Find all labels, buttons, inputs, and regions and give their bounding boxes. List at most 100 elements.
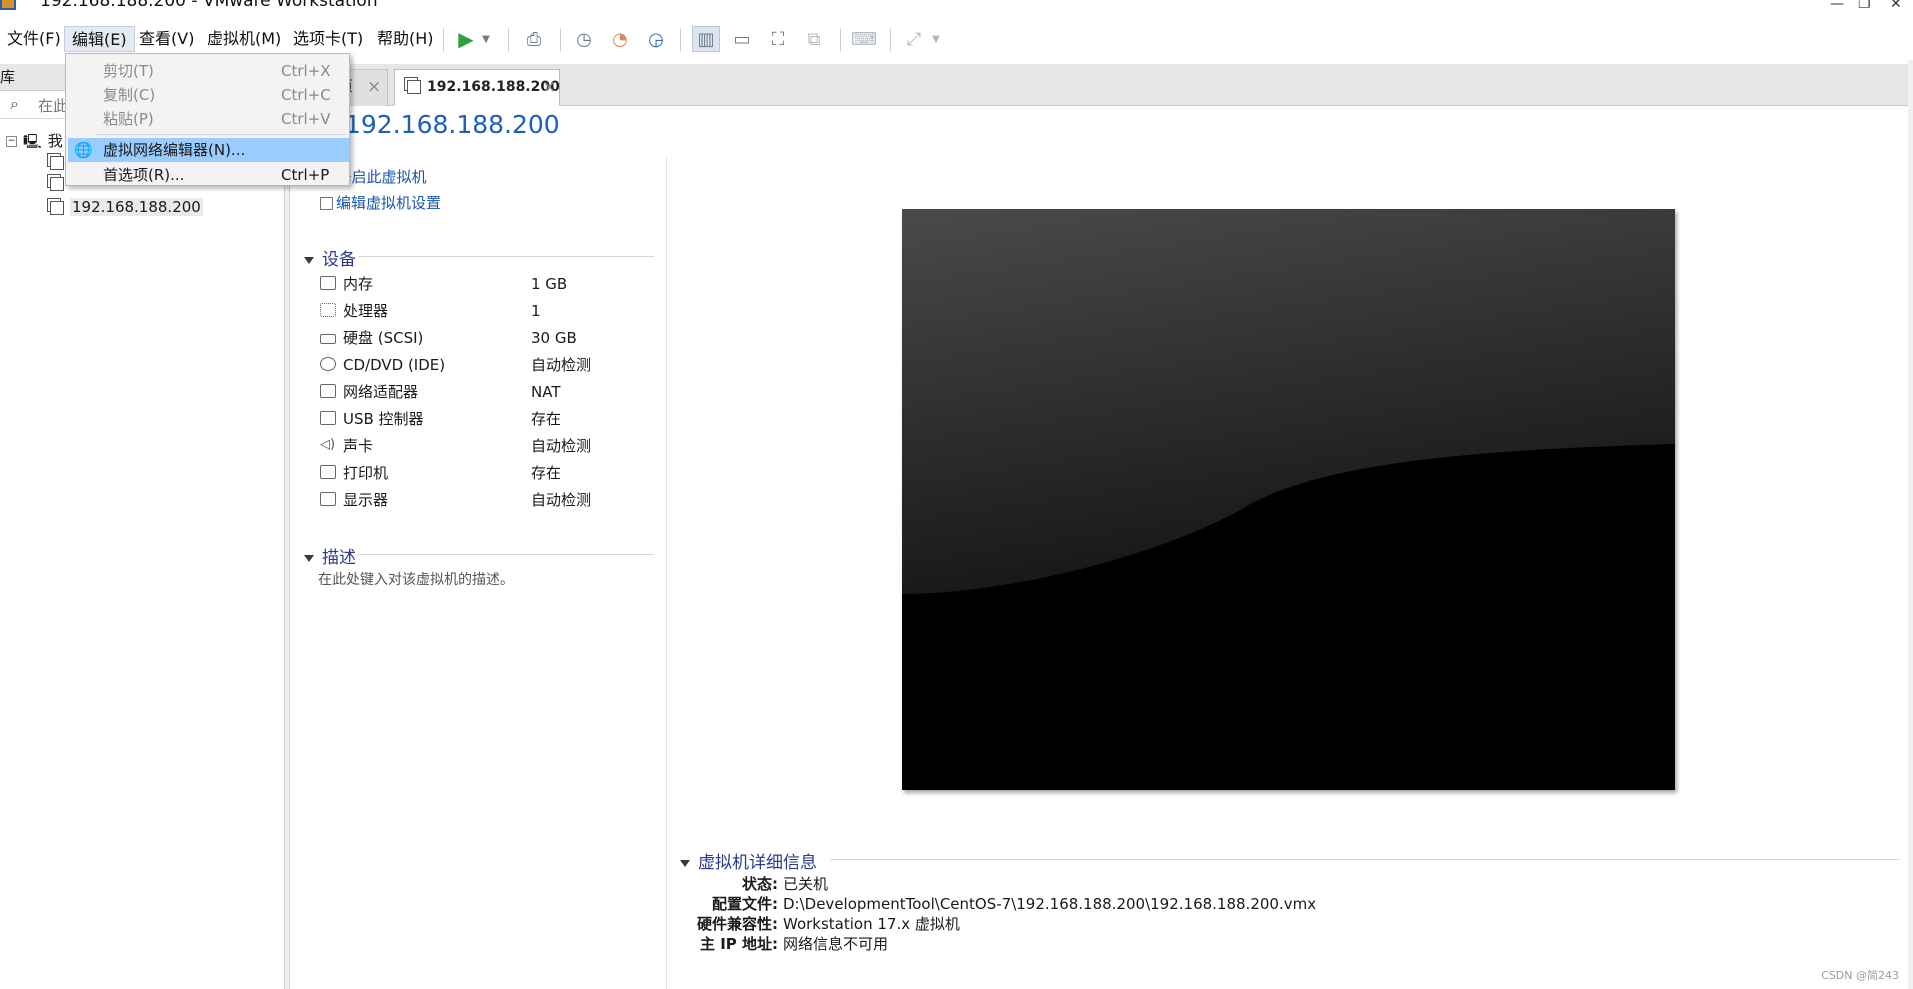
- collapse-arrow-icon: [680, 859, 690, 867]
- computer-icon: 🖳: [23, 134, 42, 150]
- detail-value: D:\DevelopmentTool\CentOS-7\192.168.188.…: [783, 895, 1317, 913]
- device-value: 存在: [531, 464, 562, 482]
- menu-tabs[interactable]: 选项卡(T): [286, 26, 370, 52]
- device-name: 打印机: [343, 464, 389, 482]
- library-title: 库: [0, 68, 16, 86]
- column-divider: [666, 158, 667, 989]
- device-row-network[interactable]: 网络适配器 NAT: [318, 381, 658, 403]
- printer-icon: [320, 465, 336, 479]
- show-library-icon[interactable]: ▥: [692, 26, 720, 52]
- edit-settings-link[interactable]: 编辑虚拟机设置: [320, 192, 441, 213]
- vmware-app-icon: [0, 0, 16, 10]
- console-icon[interactable]: ⌨: [850, 26, 878, 52]
- vm-preview-graphic: [902, 209, 1675, 594]
- menu-item-copy[interactable]: 复制(C) Ctrl+C: [66, 83, 349, 107]
- close-icon[interactable]: ✕: [1890, 0, 1902, 12]
- menu-help[interactable]: 帮助(H): [370, 26, 441, 52]
- section-divider: [830, 859, 1900, 860]
- send-keys-icon[interactable]: ⎙: [520, 26, 548, 52]
- close-icon[interactable]: ×: [542, 70, 556, 104]
- menu-item-shortcut: Ctrl+P: [281, 166, 330, 184]
- toolbar-separator: [680, 28, 681, 52]
- device-name: 声卡: [343, 437, 374, 455]
- detail-key: 配置文件:: [712, 895, 778, 913]
- device-row-usb[interactable]: USB 控制器 存在: [318, 408, 658, 430]
- vm-icon: [50, 155, 64, 170]
- sound-icon: ◁): [320, 437, 336, 452]
- device-row-memory[interactable]: 内存 1 GB: [318, 273, 658, 295]
- menu-item-paste[interactable]: 粘贴(P) Ctrl+V: [66, 107, 349, 131]
- detail-key: 硬件兼容性:: [697, 915, 778, 933]
- device-value: 30 GB: [531, 329, 577, 347]
- thumbnail-bar-icon[interactable]: ▭: [728, 26, 756, 52]
- revert-snapshot-icon[interactable]: ◔: [606, 26, 634, 52]
- memory-icon: [320, 276, 336, 290]
- scrollbar[interactable]: [1908, 60, 1913, 989]
- description-input[interactable]: 在此处键入对该虚拟机的描述。: [318, 569, 514, 589]
- power-on-label: 开启此虚拟机: [336, 168, 427, 186]
- menu-vm[interactable]: 虚拟机(M): [200, 26, 288, 52]
- device-row-cdrom[interactable]: CD/DVD (IDE) 自动检测: [318, 354, 658, 376]
- detail-row-status: 状态:: [690, 874, 778, 894]
- vm-icon: [50, 200, 64, 215]
- power-on-icon[interactable]: ▶: [452, 26, 480, 52]
- device-name: USB 控制器: [343, 410, 424, 428]
- device-value: 自动检测: [531, 356, 592, 374]
- chevron-down-icon[interactable]: ▼: [928, 26, 944, 52]
- menu-item-shortcut: Ctrl+X: [281, 62, 331, 80]
- menu-view[interactable]: 查看(V): [132, 26, 201, 52]
- device-name: 处理器: [343, 302, 389, 320]
- library-root[interactable]: − 🖳 我: [6, 131, 63, 151]
- device-name: 内存: [343, 275, 374, 293]
- device-row-display[interactable]: 显示器 自动检测: [318, 489, 658, 511]
- device-value: 1 GB: [531, 275, 568, 293]
- snapshot-icon[interactable]: ◷: [570, 26, 598, 52]
- cdrom-icon: [320, 357, 336, 371]
- fullscreen-icon[interactable]: ⛶: [764, 26, 792, 52]
- vm-title: 192.168.188.200: [345, 110, 560, 139]
- devices-heading[interactable]: 设备: [304, 245, 356, 270]
- title-bar: 192.168.188.200 - VMware Workstation — ❐…: [0, 0, 1913, 16]
- device-value: 自动检测: [531, 491, 592, 509]
- menu-item-cut[interactable]: 剪切(T) Ctrl+X: [66, 59, 349, 83]
- device-name: 硬盘 (SCSI): [343, 329, 424, 347]
- globe-icon: 🌐: [74, 141, 93, 159]
- section-divider: [358, 256, 654, 257]
- device-row-sound[interactable]: ◁) 声卡 自动检测: [318, 435, 658, 457]
- menu-item-label: 复制(C): [103, 86, 156, 104]
- menu-edit[interactable]: 编辑(E): [64, 26, 135, 52]
- restore-icon[interactable]: ❐: [1858, 0, 1871, 12]
- close-icon[interactable]: ×: [367, 70, 381, 104]
- unity-icon[interactable]: ⧉: [800, 26, 828, 52]
- display-icon: [320, 492, 336, 506]
- device-row-harddisk[interactable]: 硬盘 (SCSI) 30 GB: [318, 327, 658, 349]
- devices-heading-label: 设备: [322, 250, 356, 270]
- menu-file[interactable]: 文件(F): [0, 26, 68, 52]
- snapshot-manager-icon[interactable]: ◶: [642, 26, 670, 52]
- description-heading-label: 描述: [322, 548, 356, 568]
- usb-icon: [320, 411, 336, 425]
- stretch-icon[interactable]: ⤢: [900, 26, 928, 52]
- chevron-down-icon[interactable]: ▼: [478, 26, 494, 52]
- device-row-printer[interactable]: 打印机 存在: [318, 462, 658, 484]
- window-title: 192.168.188.200 - VMware Workstation: [40, 0, 378, 11]
- settings-icon: [320, 197, 333, 210]
- detail-value: 已关机: [783, 875, 829, 893]
- search-input[interactable]: 在此: [38, 95, 68, 116]
- menu-item-preferences[interactable]: 首选项(R)... Ctrl+P: [66, 163, 349, 187]
- minimize-icon[interactable]: —: [1830, 0, 1844, 12]
- section-divider: [358, 554, 654, 555]
- description-heading[interactable]: 描述: [304, 543, 356, 568]
- detail-value: 网络信息不可用: [783, 935, 889, 953]
- tab-vm[interactable]: 192.168.188.200 ×: [394, 69, 560, 106]
- menu-item-virtual-network-editor[interactable]: 🌐 虚拟网络编辑器(N)...: [68, 138, 349, 162]
- library-root-label: 我: [47, 132, 63, 150]
- vm-preview-screen[interactable]: [902, 209, 1675, 790]
- collapse-icon[interactable]: −: [6, 136, 17, 147]
- edit-menu-dropdown: 剪切(T) Ctrl+X 复制(C) Ctrl+C 粘贴(P) Ctrl+V 🌐…: [65, 53, 350, 186]
- device-value: 1: [531, 302, 541, 320]
- library-splitter[interactable]: [284, 64, 290, 989]
- details-heading[interactable]: 虚拟机详细信息: [680, 848, 817, 873]
- device-row-cpu[interactable]: 处理器 1: [318, 300, 658, 322]
- library-vm-item-selected[interactable]: 192.168.188.200: [50, 197, 203, 217]
